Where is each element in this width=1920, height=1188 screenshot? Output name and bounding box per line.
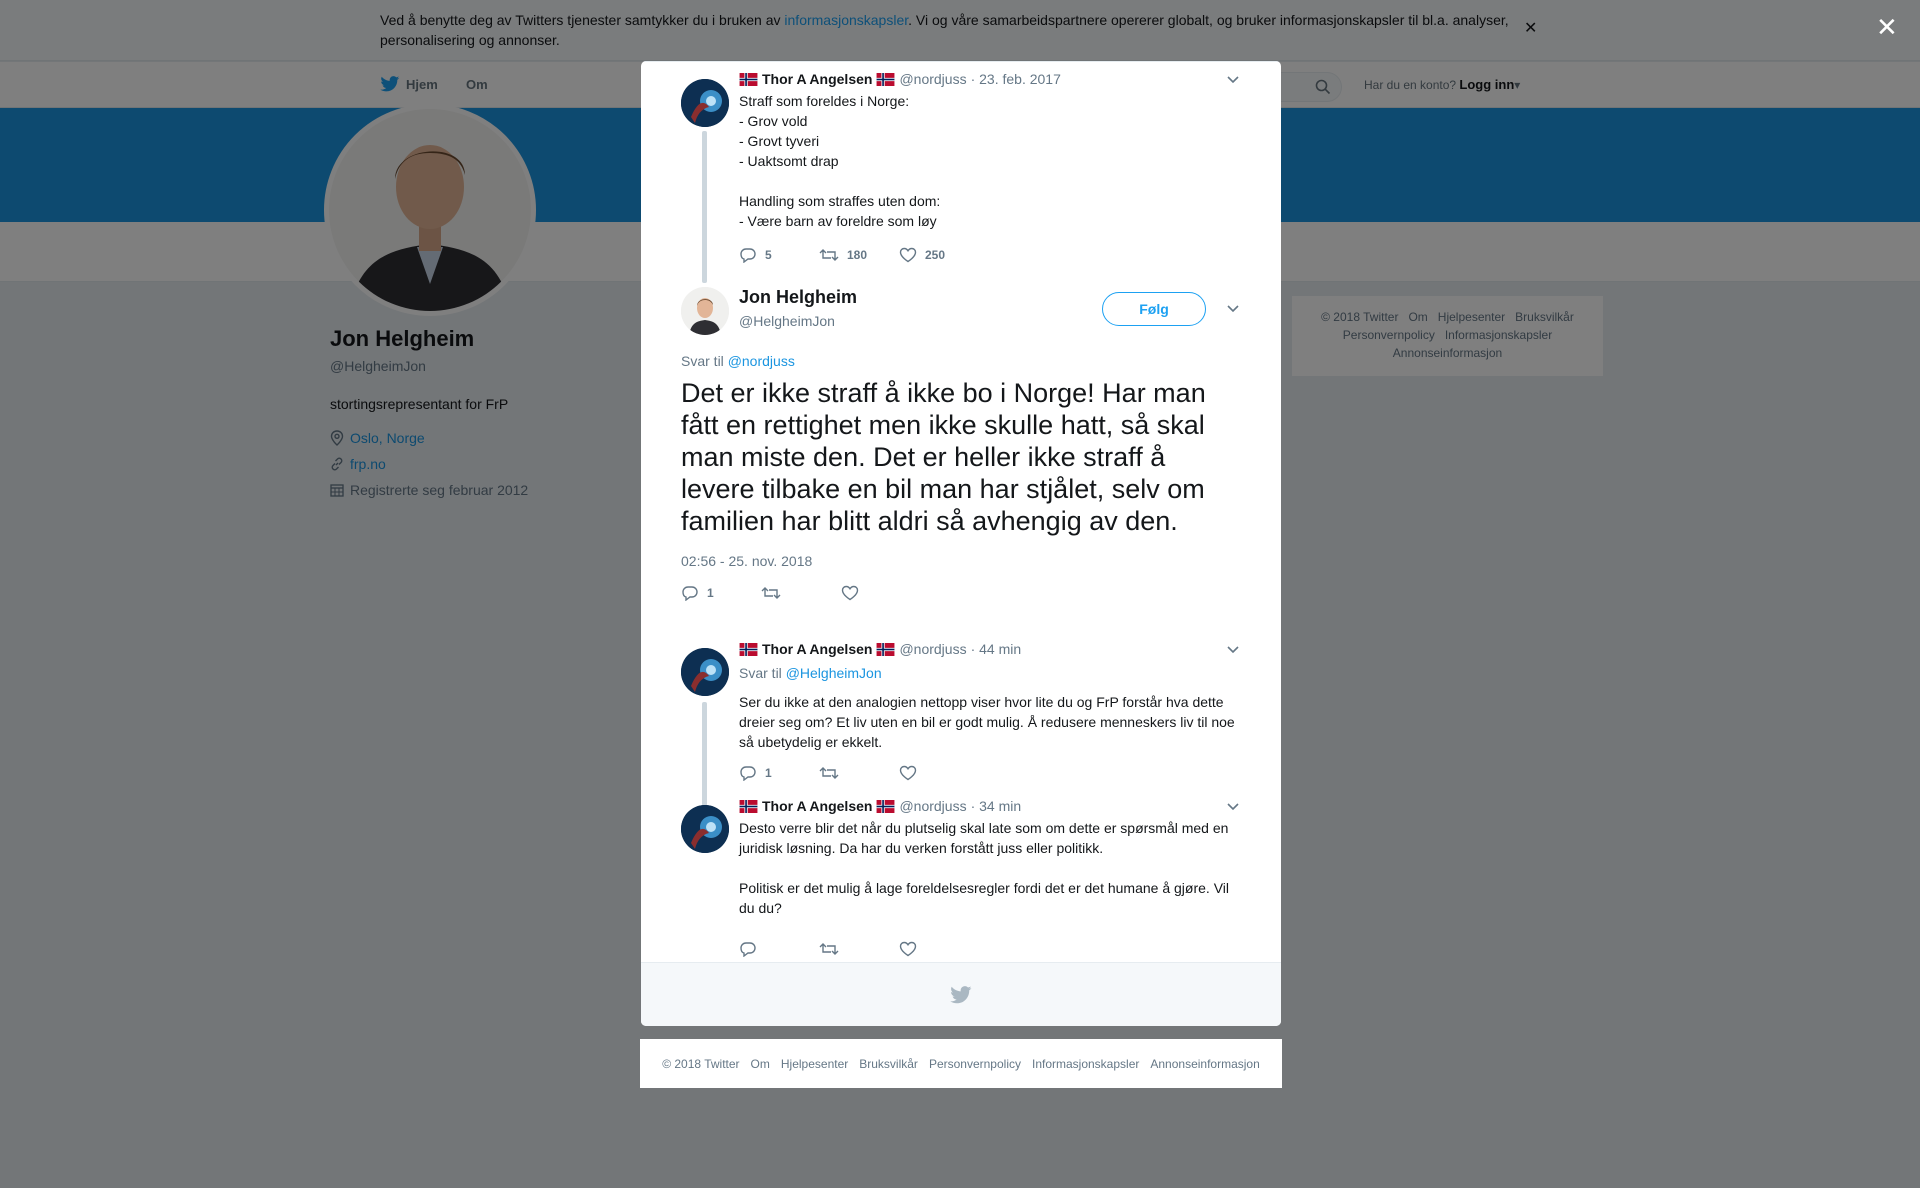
like-count: 250 [925, 248, 946, 262]
tweet-author-name[interactable]: Thor A Angelsen [762, 71, 872, 87]
thread-line [702, 702, 707, 806]
reply-prefix: Svar til [739, 665, 786, 681]
like-icon [899, 941, 917, 957]
reply-tweet[interactable]: Thor A Angelsen @nordjuss · 44 min Svar … [641, 61, 1281, 806]
twitter-bird-icon [950, 985, 972, 1003]
follow-button[interactable]: Følg [1102, 292, 1206, 326]
tweet-timestamp[interactable]: 02:56 - 25. nov. 2018 [681, 553, 812, 569]
avatar[interactable] [681, 648, 729, 696]
tweet-actions: 5 180 250 [739, 247, 979, 263]
tweet-text: Det er ikke straff å ikke bo i Norge! Ha… [681, 378, 1206, 536]
tweet-author-name[interactable]: Thor A Angelsen [762, 798, 872, 814]
retweet-icon [761, 587, 781, 599]
chevron-down-icon[interactable] [1226, 75, 1240, 85]
reply-count: 5 [765, 248, 772, 262]
thread-line [702, 131, 707, 283]
norway-flag-icon [877, 642, 895, 656]
footer-link[interactable]: Hjelpesenter [781, 1057, 848, 1071]
tweet-header: Thor A Angelsen @nordjuss · 34 min [739, 798, 1021, 814]
retweet-button[interactable] [819, 941, 899, 957]
chevron-down-icon[interactable] [1226, 802, 1240, 812]
like-button[interactable] [899, 765, 979, 781]
tweet-actions: 1 [681, 585, 921, 601]
close-icon[interactable]: ✕ [1876, 14, 1898, 40]
reply-button[interactable]: 1 [681, 585, 761, 601]
reply-button[interactable]: 1 [739, 765, 819, 781]
avatar[interactable] [681, 287, 729, 335]
retweet-count: 180 [847, 248, 868, 262]
norway-flag-icon [739, 72, 758, 86]
reply-to-link[interactable]: @nordjuss [728, 353, 795, 369]
footer-link: © 2018 Twitter [662, 1056, 740, 1071]
tweet-header: Thor A Angelsen @nordjuss · 44 min [739, 641, 1021, 657]
tweet-author-name[interactable]: Jon Helgheim [739, 287, 857, 308]
footer-link[interactable]: Bruksvilkår [859, 1057, 918, 1071]
bottom-footer: © 2018 Twitter Om Hjelpesenter Bruksvilk… [640, 1039, 1282, 1088]
tweet-author-handle[interactable]: @nordjuss [899, 641, 966, 657]
like-button[interactable]: 250 [899, 247, 979, 263]
tweet-header: Thor A Angelsen @nordjuss · 23. feb. 201… [739, 71, 1061, 87]
reply-context: Svar til @HelgheimJon [739, 665, 882, 681]
norway-flag-icon [877, 799, 895, 813]
tweet-modal: Thor A Angelsen @nordjuss · 23. feb. 201… [641, 61, 1281, 1026]
tweet-text: Straff som foreldes i Norge: - Grov vold… [739, 93, 941, 229]
reply-icon [682, 586, 698, 601]
footer-link[interactable]: Annonseinformasjon [1150, 1057, 1259, 1071]
tweet-author-name[interactable]: Thor A Angelsen [762, 641, 872, 657]
tweet-text: Ser du ikke at den analogien nettopp vis… [739, 694, 1235, 750]
tweet-time[interactable]: · 34 min [971, 798, 1022, 814]
tweet-time[interactable]: · 23. feb. 2017 [971, 71, 1061, 87]
reply-context: Svar til @nordjuss [681, 353, 795, 369]
tweet-author-handle[interactable]: @nordjuss [899, 71, 966, 87]
reply-count: 1 [765, 766, 772, 780]
norway-flag-icon [877, 72, 895, 86]
tweet-author-handle[interactable]: @HelgheimJon [739, 313, 835, 329]
norway-flag-icon [739, 799, 758, 813]
tweet-text: Desto verre blir det når du plutselig sk… [739, 820, 1229, 916]
tweet-actions [739, 941, 979, 957]
like-icon [841, 585, 859, 601]
like-icon [899, 247, 917, 263]
reply-icon [740, 766, 756, 781]
retweet-button[interactable]: 180 [819, 247, 899, 263]
like-button[interactable] [899, 941, 979, 957]
reply-icon [740, 248, 756, 263]
like-icon [899, 765, 917, 781]
tweet-author-handle[interactable]: @nordjuss [899, 798, 966, 814]
footer-link[interactable]: Om [751, 1057, 770, 1071]
retweet-button[interactable] [761, 585, 841, 601]
footer-link[interactable]: Informasjonskapsler [1032, 1057, 1139, 1071]
retweet-button[interactable] [819, 765, 899, 781]
retweet-icon [819, 249, 839, 261]
tweet-time[interactable]: · 44 min [971, 641, 1022, 657]
like-button[interactable] [841, 585, 921, 601]
chevron-down-icon[interactable] [1226, 645, 1240, 655]
tweet-actions: 1 [739, 765, 979, 781]
chevron-down-icon[interactable] [1226, 304, 1240, 314]
modal-footer [641, 962, 1281, 1026]
retweet-icon [819, 767, 839, 779]
norway-flag-icon [739, 642, 758, 656]
reply-prefix: Svar til [681, 353, 728, 369]
avatar[interactable] [681, 79, 729, 127]
reply-count: 1 [707, 586, 714, 600]
reply-button[interactable] [739, 941, 819, 957]
footer-link[interactable]: Personvernpolicy [929, 1057, 1021, 1071]
retweet-icon [819, 943, 839, 955]
reply-button[interactable]: 5 [739, 247, 819, 263]
reply-to-link[interactable]: @HelgheimJon [786, 665, 882, 681]
reply-icon [740, 942, 756, 957]
avatar[interactable] [681, 805, 729, 853]
